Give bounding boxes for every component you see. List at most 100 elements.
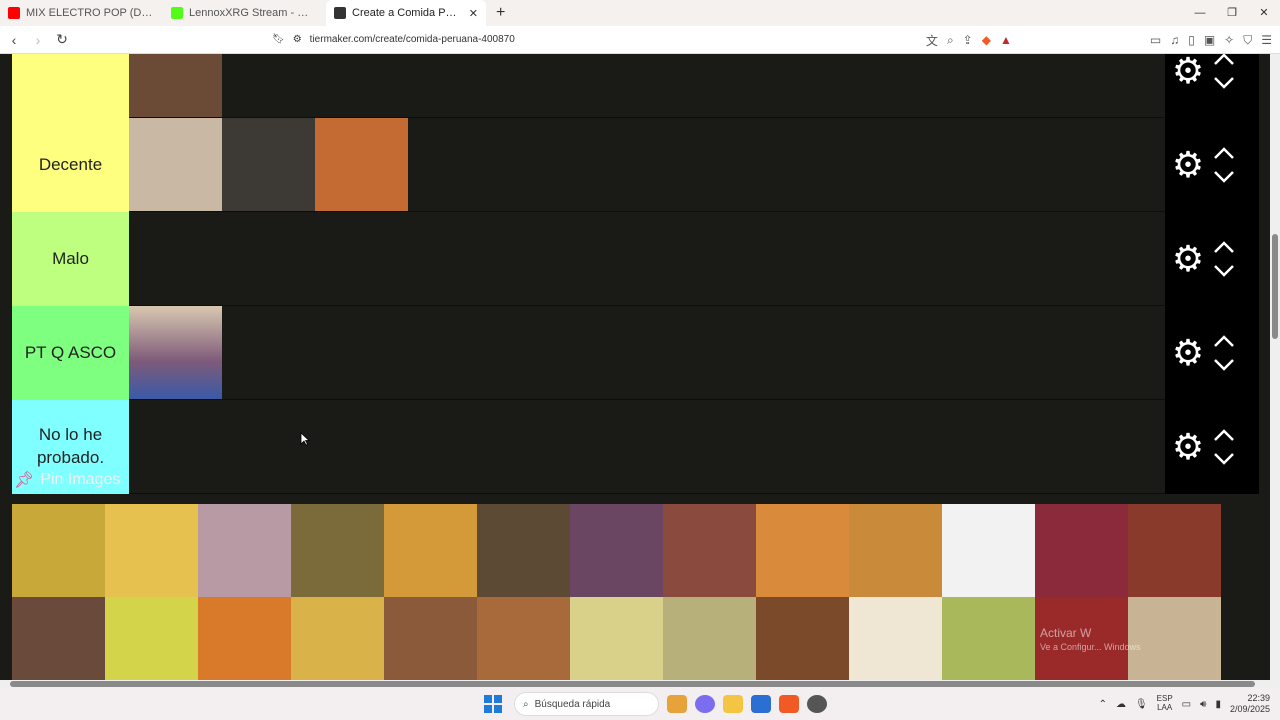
tab-kick[interactable]: LennoxXRG Stream - Watch Live on K (163, 0, 326, 26)
app-icon[interactable] (807, 695, 827, 713)
translate-icon[interactable]: 文 (926, 32, 938, 49)
address-bar[interactable]: 🔖︎ ⚙ tiermaker.com/create/comida-peruana… (272, 34, 515, 45)
battery-icon[interactable]: ▮ (1215, 699, 1221, 710)
chevron-up-icon[interactable] (1213, 334, 1235, 348)
widgets-icon[interactable] (667, 695, 687, 713)
gear-icon[interactable]: ⚙ (1165, 429, 1211, 465)
menu-icon[interactable]: ☰ (1261, 33, 1272, 47)
food-image[interactable] (129, 54, 222, 117)
gear-icon[interactable]: ⚙ (1165, 54, 1211, 89)
tier-items[interactable] (129, 118, 1165, 211)
share-icon[interactable]: ⇪ (963, 33, 973, 47)
pin-food-image[interactable] (756, 597, 849, 680)
chevron-down-icon[interactable] (1213, 358, 1235, 372)
pin-food-image[interactable] (105, 597, 198, 680)
tier-items[interactable] (129, 54, 1165, 117)
pin-food-image[interactable] (291, 597, 384, 680)
wallet-icon[interactable]: ▣ (1204, 33, 1215, 47)
food-image[interactable] (129, 306, 222, 399)
chevron-up-icon[interactable]: ⌃ (1099, 699, 1107, 710)
vertical-scrollbar[interactable] (1270, 54, 1280, 680)
chevron-down-icon[interactable] (1213, 170, 1235, 184)
chevron-up-icon[interactable] (1213, 146, 1235, 160)
chevron-down-icon[interactable] (1213, 452, 1235, 466)
horizontal-scrollbar[interactable] (0, 680, 1280, 688)
tab-youtube[interactable]: MIX ELECTRO POP (DAVID GUET (0, 0, 163, 26)
tier-label[interactable] (12, 54, 129, 118)
pin-food-image[interactable] (384, 597, 477, 680)
chevron-up-icon[interactable] (1213, 428, 1235, 442)
tier-items[interactable] (129, 400, 1165, 493)
food-image[interactable] (129, 118, 222, 211)
url-text[interactable]: tiermaker.com/create/comida-peruana-4008… (310, 34, 515, 45)
display-icon[interactable]: ▭ (1182, 699, 1191, 710)
tier-items[interactable] (129, 212, 1165, 305)
scroll-thumb[interactable] (1272, 234, 1278, 339)
pin-food-image[interactable] (942, 504, 1035, 597)
music-icon[interactable]: ♫ (1170, 33, 1179, 47)
pin-food-image[interactable] (663, 597, 756, 680)
gear-icon[interactable]: ⚙ (1165, 241, 1211, 277)
tier-label[interactable]: Malo (12, 212, 129, 306)
chevron-down-icon[interactable] (1213, 76, 1235, 90)
pin-food-image[interactable] (105, 504, 198, 597)
pin-food-image[interactable] (1128, 597, 1221, 680)
gear-icon[interactable]: ⚙ (1165, 147, 1211, 183)
pin-food-image[interactable] (942, 597, 1035, 680)
reload-icon[interactable]: ↻ (52, 31, 72, 48)
shield-icon[interactable]: ◆ (982, 33, 991, 47)
pin-food-image[interactable] (477, 597, 570, 680)
pin-food-image[interactable] (291, 504, 384, 597)
cloud-icon[interactable]: ☁ (1116, 699, 1126, 710)
pin-icon[interactable]: 📌︎ (14, 470, 34, 490)
food-image[interactable] (315, 118, 408, 211)
pin-food-image[interactable] (1035, 504, 1128, 597)
forward-icon[interactable]: › (28, 32, 48, 48)
pin-food-image[interactable] (1128, 504, 1221, 597)
pin-food-image[interactable] (12, 504, 105, 597)
sidebar-icon[interactable]: ▯ (1188, 33, 1195, 47)
brave-browser-icon[interactable] (779, 695, 799, 713)
site-info-icon[interactable]: ⚙ (293, 34, 302, 45)
chevron-up-icon[interactable] (1213, 240, 1235, 254)
scroll-thumb[interactable] (10, 681, 1255, 687)
pin-food-image[interactable] (570, 504, 663, 597)
microphone-icon[interactable]: 🎙︎ (1135, 699, 1148, 710)
chevron-down-icon[interactable] (1213, 264, 1235, 278)
maximize-button[interactable]: ❐ (1216, 0, 1248, 26)
taskbar-search[interactable]: ⌕ Búsqueda rápida (514, 692, 659, 716)
pin-food-image[interactable] (477, 504, 570, 597)
pin-food-image[interactable] (1035, 597, 1128, 680)
close-tab-icon[interactable]: ✕ (469, 7, 478, 20)
pin-food-image[interactable] (12, 597, 105, 680)
pin-food-image[interactable] (849, 597, 942, 680)
file-explorer-icon[interactable] (723, 695, 743, 713)
chevron-up-icon[interactable] (1213, 54, 1235, 66)
new-tab-button[interactable]: + (486, 4, 515, 22)
ai-icon[interactable]: ✧ (1224, 33, 1234, 47)
pin-food-image[interactable] (198, 504, 291, 597)
windows-start-icon[interactable] (484, 695, 502, 713)
pin-food-image[interactable] (756, 504, 849, 597)
vpn-icon[interactable]: ⛉ (1243, 33, 1252, 48)
tier-label[interactable]: PT Q ASCO (12, 306, 129, 400)
back-icon[interactable]: ‹ (4, 32, 24, 48)
pin-food-image[interactable] (198, 597, 291, 680)
close-window-button[interactable]: ✕ (1248, 0, 1280, 26)
tier-items[interactable] (129, 306, 1165, 399)
volume-icon[interactable]: 🔊︎ (1200, 699, 1206, 710)
food-image[interactable] (222, 118, 315, 211)
pin-food-image[interactable] (384, 504, 477, 597)
tab-tiermaker[interactable]: Create a Comida Peruana Tier Li ✕ (326, 0, 486, 26)
tier-label[interactable]: Decente (12, 118, 129, 212)
minimize-button[interactable]: — (1184, 0, 1216, 26)
pin-food-image[interactable] (663, 504, 756, 597)
copilot-icon[interactable] (695, 695, 715, 713)
pin-food-image[interactable] (849, 504, 942, 597)
tab-manager-icon[interactable]: ▭ (1150, 33, 1161, 47)
store-icon[interactable] (751, 695, 771, 713)
pin-food-image[interactable] (570, 597, 663, 680)
clock[interactable]: 22:39 2/09/2025 (1230, 693, 1270, 716)
language-indicator[interactable]: ESP LAA (1157, 694, 1173, 713)
bookmark-icon[interactable]: 🔖︎ (272, 34, 285, 45)
